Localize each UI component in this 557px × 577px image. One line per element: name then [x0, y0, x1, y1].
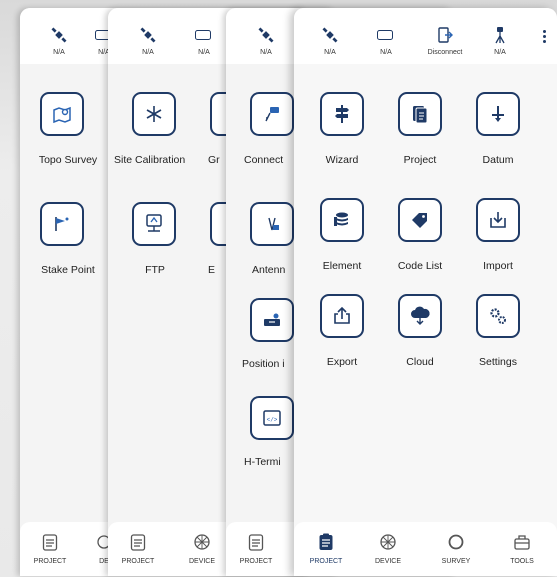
- project-label: Project: [403, 154, 437, 166]
- satellite-icon: [140, 27, 156, 43]
- gears-icon: [490, 308, 506, 324]
- project-button[interactable]: [398, 92, 442, 136]
- device-icon: [194, 534, 210, 550]
- toolbox-icon: [514, 535, 530, 550]
- satellite-icon: [322, 27, 338, 43]
- calibration-icon: [146, 106, 162, 122]
- clipboard-icon: [319, 533, 333, 550]
- antenna-icon: [268, 217, 279, 231]
- terminal-icon: </>: [263, 410, 281, 426]
- partial-label: E: [208, 264, 216, 276]
- battery-status[interactable]: N/A: [184, 24, 224, 56]
- nav-device[interactable]: DEVICE: [360, 532, 416, 565]
- signpost-icon: [335, 105, 349, 123]
- import-button[interactable]: [476, 198, 520, 242]
- battery-status[interactable]: N/A: [366, 24, 406, 56]
- h-terminal-label: H-Termi: [244, 456, 281, 468]
- ftp-label: FTP: [145, 264, 165, 276]
- antenna-label: Antenn: [252, 264, 286, 276]
- import-icon: [490, 212, 506, 228]
- rover-status[interactable]: N/A: [480, 24, 520, 56]
- connect-button[interactable]: [250, 92, 294, 136]
- topo-survey-button[interactable]: [40, 92, 84, 136]
- export-button[interactable]: [320, 294, 364, 338]
- import-label: Import: [483, 260, 513, 272]
- documents-icon: [413, 106, 428, 124]
- satellite-status[interactable]: N/A: [310, 24, 350, 56]
- stake-point-button[interactable]: [40, 202, 84, 246]
- code-list-label: Code List: [397, 260, 443, 272]
- device-icon: [380, 534, 396, 550]
- site-calibration-label: Site Calibration: [114, 154, 186, 166]
- map-pin-icon: [53, 106, 71, 124]
- topo-survey-label: Topo Survey: [38, 154, 98, 166]
- nav-project[interactable]: PROJECT: [22, 532, 78, 565]
- more-menu-icon[interactable]: [543, 30, 547, 45]
- cloud-icon: [411, 306, 430, 325]
- survey-icon: [448, 534, 464, 550]
- position-label: Position i: [242, 358, 285, 370]
- site-calibration-button[interactable]: [132, 92, 176, 136]
- export-label: Export: [326, 356, 358, 368]
- datum-button[interactable]: [476, 92, 520, 136]
- nav-project[interactable]: PROJECT: [298, 532, 354, 565]
- code-list-button[interactable]: [398, 198, 442, 242]
- partial-label: Gr: [208, 154, 220, 166]
- position-icon: [264, 313, 280, 326]
- connect-label: Connect: [244, 154, 284, 166]
- nav-tools[interactable]: TOOLS: [494, 532, 550, 565]
- export-icon: [334, 306, 350, 324]
- satellite-status[interactable]: N/A: [128, 24, 168, 56]
- satellite-status[interactable]: N/A: [39, 24, 79, 56]
- battery-icon: [195, 30, 211, 40]
- clipboard-icon: [42, 534, 58, 551]
- clipboard-icon: [130, 534, 146, 551]
- datum-icon: [492, 106, 504, 122]
- connect-icon: [265, 107, 279, 122]
- status-bar: N/A N/A Disconnect N/A: [294, 8, 557, 64]
- database-icon: [334, 212, 348, 226]
- satellite-icon: [258, 27, 274, 43]
- cloud-button[interactable]: [398, 294, 442, 338]
- bottom-nav: PROJECT DEVICE SURVEY TOOLS: [294, 522, 557, 576]
- project-panel: N/A N/A Disconnect N/A Wizard Project Da…: [294, 8, 557, 576]
- element-button[interactable]: [320, 198, 364, 242]
- nav-project[interactable]: PROJECT: [110, 532, 166, 565]
- satellite-status[interactable]: N/A: [246, 24, 286, 56]
- disconnect-icon: [438, 27, 453, 43]
- tripod-icon: [495, 27, 505, 44]
- wizard-button[interactable]: [320, 92, 364, 136]
- svg-text:</>: </>: [267, 417, 278, 424]
- ftp-button[interactable]: [132, 202, 176, 246]
- clipboard-icon: [248, 534, 264, 551]
- settings-button[interactable]: [476, 294, 520, 338]
- ftp-icon: [146, 214, 162, 232]
- disconnect-button[interactable]: Disconnect: [420, 24, 470, 56]
- battery-icon: [377, 30, 393, 40]
- cloud-label: Cloud: [406, 356, 434, 368]
- flag-icon: [55, 217, 69, 231]
- stake-point-label: Stake Point: [41, 264, 95, 276]
- tag-icon: [412, 213, 427, 228]
- settings-label: Settings: [479, 356, 517, 368]
- nav-project[interactable]: PROJECT: [228, 532, 284, 565]
- satellite-icon: [51, 27, 67, 43]
- element-label: Element: [322, 260, 362, 272]
- nav-device[interactable]: DEVICE: [174, 532, 230, 565]
- nav-survey[interactable]: SURVEY: [428, 532, 484, 565]
- datum-label: Datum: [482, 154, 514, 166]
- h-terminal-button[interactable]: </>: [250, 396, 294, 440]
- position-button[interactable]: [250, 298, 294, 342]
- wizard-label: Wizard: [325, 154, 359, 166]
- antenna-button[interactable]: [250, 202, 294, 246]
